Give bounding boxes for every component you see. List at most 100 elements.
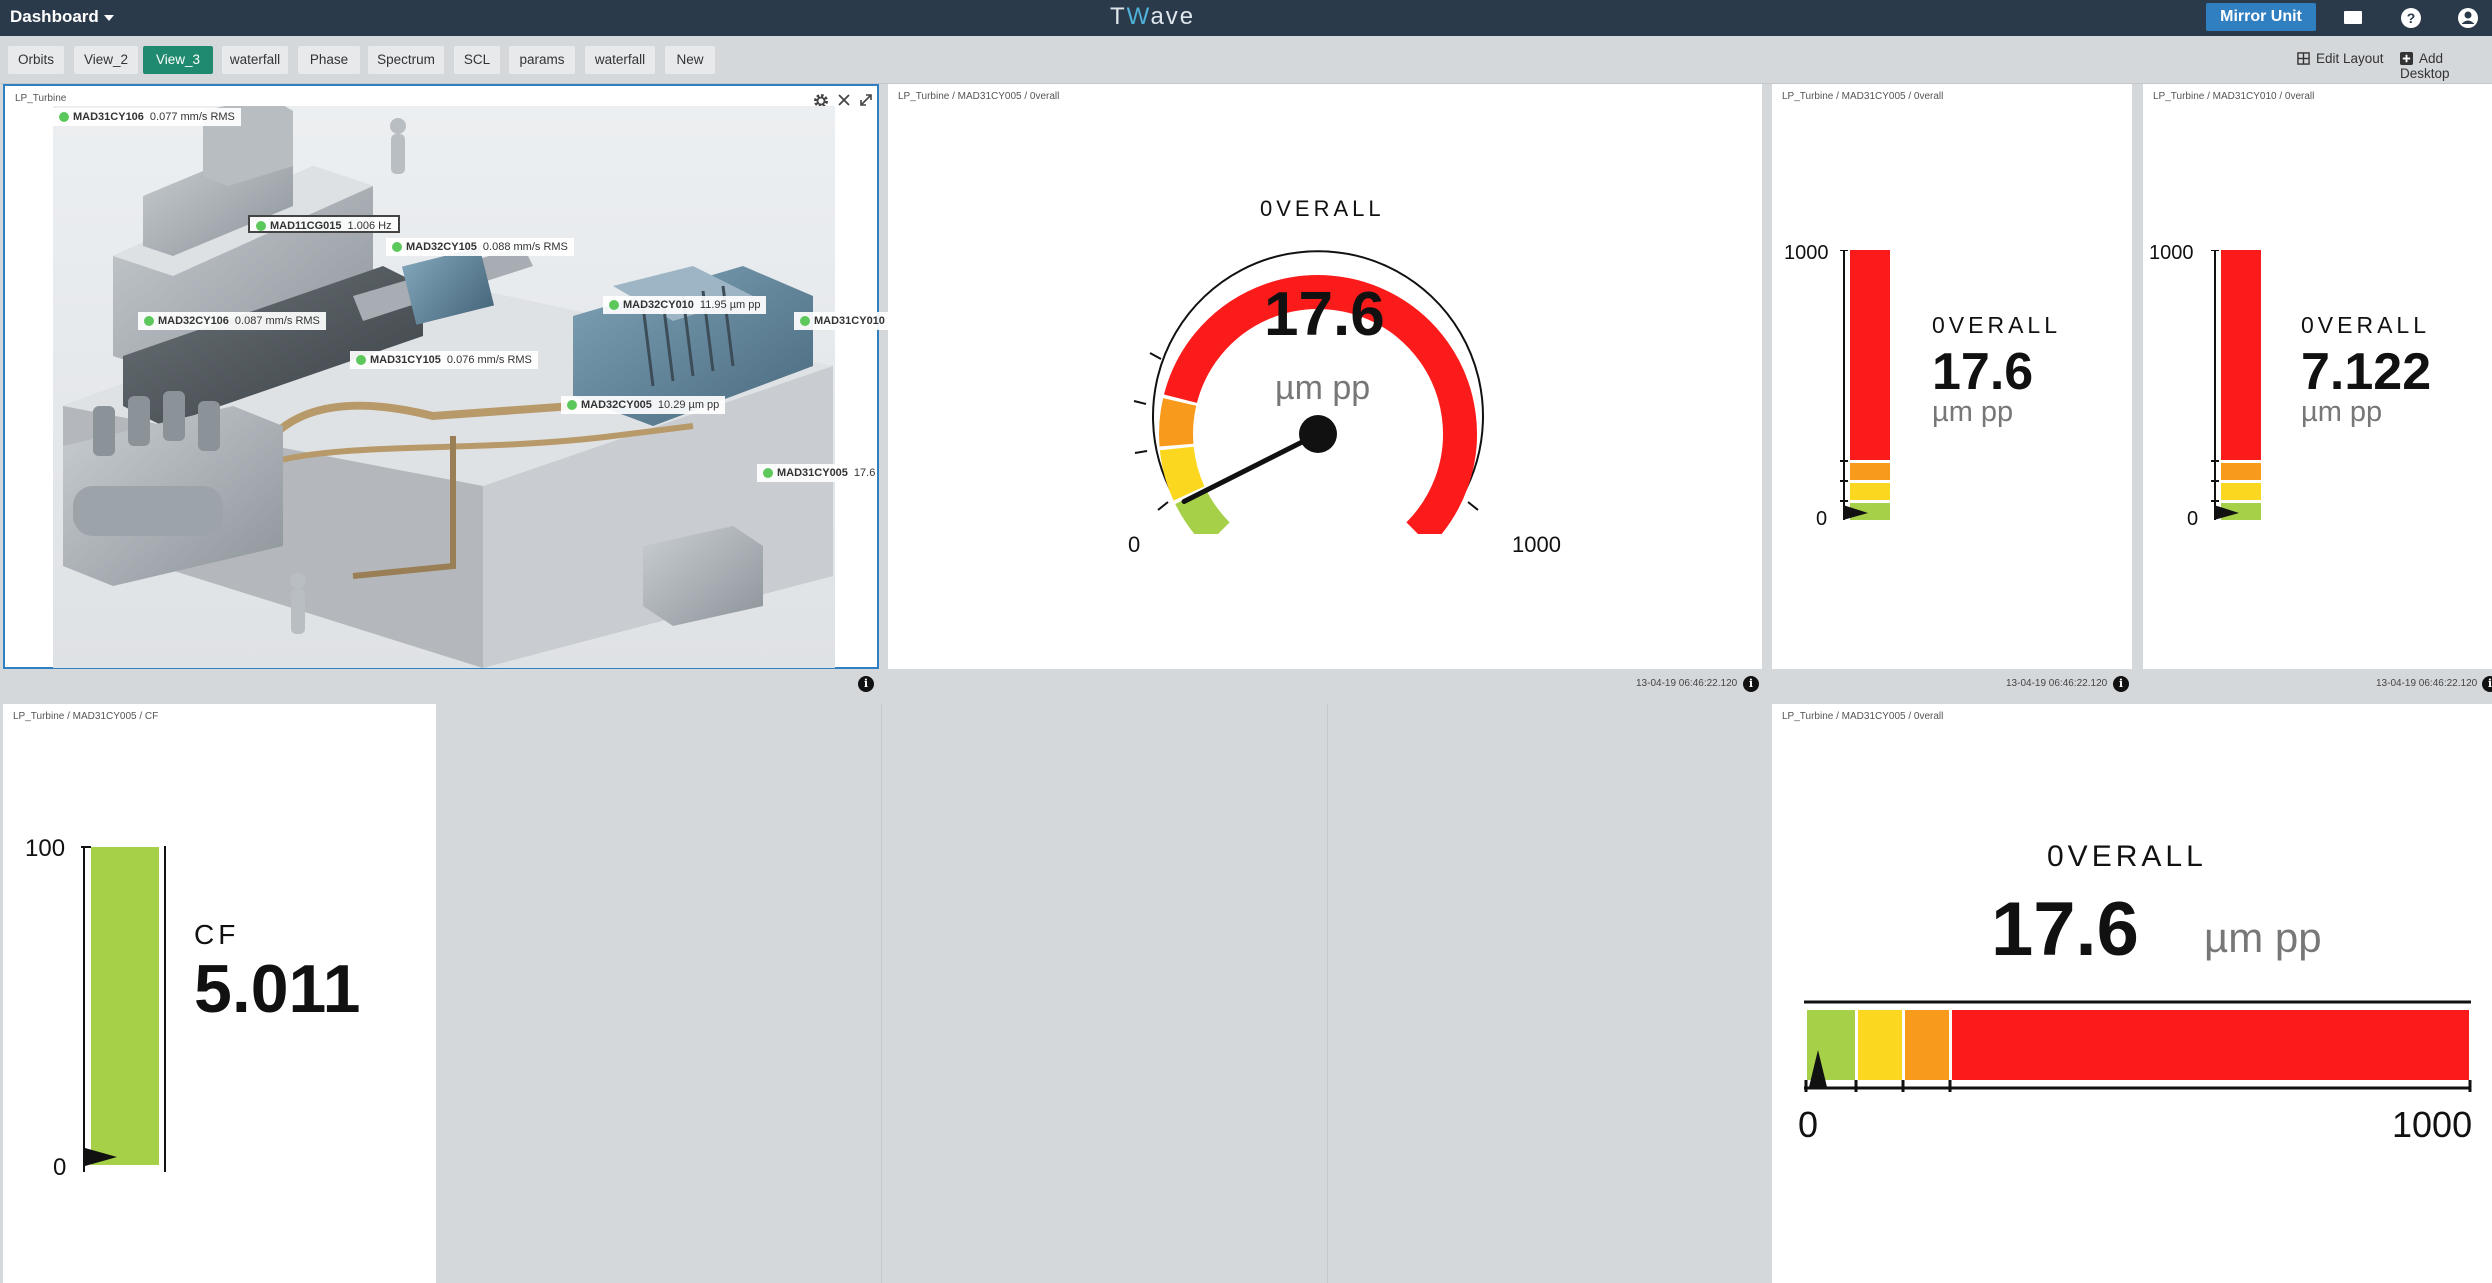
panel-title: LP_Turbine / MAD31CY005 / 0verall [898,91,1060,102]
tab-spectrum[interactable]: Spectrum [368,46,444,74]
panel-title: LP_Turbine [15,93,67,104]
overall-hbar-panel: LP_Turbine / MAD31CY005 / 0verall 0VERAL… [1772,704,2492,1283]
gauge-max-label: 1000 [1512,532,1561,557]
sensor-tag[interactable]: MAD11CG015 1.006 Hz [248,215,400,233]
status-dot [800,316,810,326]
gauge-band-0 [1175,488,1230,534]
cf-bar-panel: LP_Turbine / MAD31CY005 / CF 100 0 CF 5.… [3,704,436,1283]
metric-value: 17.6 [1932,343,2034,401]
caret-down-icon [103,14,114,21]
sensor-tag[interactable]: MAD31CY010 [794,312,891,330]
sensor-tag[interactable]: MAD32CY105 0.088 mm/s RMS [386,238,574,256]
info-icon[interactable]: i [2113,676,2129,692]
edit-layout-label: Edit Layout [2316,51,2384,66]
metric-unit: µm pp [1932,396,2014,428]
vertical-bar-gauge [2211,250,2261,520]
dashboard-menu-label: Dashboard [10,7,99,26]
status-dot [356,355,366,365]
metric-value: 5.011 [194,951,361,1027]
status-dot [59,112,69,122]
vertical-bar-gauge [1840,250,1890,520]
status-dot [763,468,773,478]
metric-label: 0VERALL [2047,840,2207,873]
tab-scl[interactable]: SCL [454,46,500,74]
status-dot [609,300,619,310]
metric-label: 0VERALL [1932,312,2062,338]
user-icon[interactable] [2456,6,2480,30]
bar-top-label: 1000 [1784,242,1829,264]
tab-waterfall-2[interactable]: waterfall [585,46,655,74]
tab-waterfall[interactable]: waterfall [222,46,288,74]
bar-top-label: 100 [25,835,66,862]
bar-bottom-label: 0 [53,1154,67,1181]
overall-bar-panel: LP_Turbine / MAD31CY010 / 0verall 1000 0… [2143,84,2492,669]
help-icon[interactable]: ? [2399,6,2423,30]
status-dot [144,316,154,326]
plus-square-icon [2400,52,2413,65]
metric-label: 0VERALL [1260,196,1385,221]
gauge-unit: µm pp [1275,369,1371,407]
sensor-tag[interactable]: MAD31CY105 0.076 mm/s RMS [350,351,538,369]
tab-params[interactable]: params [509,46,575,74]
panel-title: LP_Turbine / MAD31CY010 / 0verall [2153,91,2315,102]
app-logo: TWave [1110,3,1196,30]
timestamp: 13-04-19 06:46:22.120 [1636,678,1738,689]
dashboard-menu[interactable]: Dashboard [10,7,114,27]
gauge-band-1 [1159,446,1205,501]
tab-new[interactable]: New [665,46,715,74]
gauge-min-label: 0 [1128,532,1141,557]
sensor-tag[interactable]: MAD32CY106 0.087 mm/s RMS [138,312,326,330]
metric-unit: µm pp [2204,914,2322,961]
gauge-panel: LP_Turbine / MAD31CY005 / 0verall 0VERAL… [888,84,1762,669]
status-dot [392,242,402,252]
bar-bottom-label: 0 [1816,508,1828,530]
horizontal-bar-gauge [1804,1000,2472,1092]
status-dot [567,400,577,410]
timestamp: 13-04-19 06:46:22.120 [2376,678,2478,689]
hbar-max-label: 1000 [2392,1104,2473,1145]
info-icon[interactable]: i [858,676,874,692]
gauge-band-2 [1159,398,1197,447]
mirror-unit-button[interactable]: Mirror Unit [2206,3,2316,31]
info-icon[interactable]: i [1743,676,1759,692]
bar-top-label: 1000 [2149,242,2194,264]
tab-bar: Orbits View_2 View_3 waterfall Phase Spe… [0,36,2492,84]
metric-value: 17.6 [1991,887,2139,972]
sensor-tag[interactable]: MAD32CY010 11.95 µm pp [603,296,767,314]
sensor-tag[interactable]: MAD31CY00517.6 µm [757,464,877,482]
add-desktop-button[interactable]: Add Desktop [2400,51,2492,81]
status-dot [256,221,266,231]
close-icon[interactable] [836,92,852,108]
timestamp: 13-04-19 06:46:22.120 [2006,678,2108,689]
metric-label: CF [194,919,240,950]
empty-slot [1329,704,1767,1283]
metric-label: 0VERALL [2301,312,2431,338]
turbine-panel: LP_Turbine MAD31CY106 0.077 mm/s RMS MAD… [3,84,891,669]
metric-unit: µm pp [2301,396,2383,428]
metric-value: 7.122 [2301,343,2432,401]
panel-title: LP_Turbine / MAD31CY005 / 0verall [1782,711,1944,722]
message-icon[interactable] [2341,6,2365,30]
hbar-min-label: 0 [1798,1104,1819,1145]
expand-icon[interactable] [858,92,874,108]
tab-view-2[interactable]: View_2 [74,46,138,74]
bar-bottom-label: 0 [2187,508,2199,530]
overall-bar-panel: LP_Turbine / MAD31CY005 / 0verall 1000 0… [1772,84,2132,669]
empty-slot [883,704,1328,1283]
grid-icon [2297,52,2310,65]
tab-orbits[interactable]: Orbits [8,46,64,74]
tab-phase[interactable]: Phase [298,46,360,74]
panel-title: LP_Turbine / MAD31CY005 / CF [13,711,159,722]
tab-view-3[interactable]: View_3 [143,46,213,74]
edit-layout-button[interactable]: Edit Layout [2297,51,2384,66]
gauge-needle [1181,431,1321,505]
turbine-illustration [53,106,835,668]
sensor-tag[interactable]: MAD32CY005 10.29 µm pp [561,396,726,414]
panel-title: LP_Turbine / MAD31CY005 / 0verall [1782,91,1944,102]
gauge-value: 17.6 [1264,280,1385,349]
info-icon[interactable]: i [2482,676,2492,692]
vertical-bar-gauge [81,846,166,1172]
sensor-tag[interactable]: MAD31CY106 0.077 mm/s RMS [53,108,241,126]
top-bar: Dashboard TWave Mirror Unit ? [0,0,2492,36]
svg-text:?: ? [2407,10,2416,26]
